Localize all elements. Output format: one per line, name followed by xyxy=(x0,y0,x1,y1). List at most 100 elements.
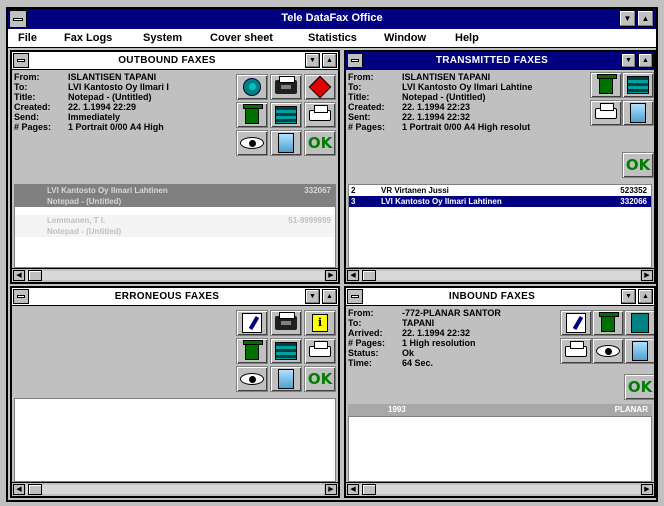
menu-bar: File Fax Logs System Cover sheet Statist… xyxy=(8,29,656,48)
detail-label: Send: xyxy=(14,112,40,122)
outbound-faxes-window: OUTBOUND FAXES ▼ ▲ From: ISLANTISEN TAPAN… xyxy=(10,50,340,284)
list-item[interactable]: Notepad - (Untitled) xyxy=(15,226,335,237)
document-button[interactable] xyxy=(270,366,302,392)
erroneous-maximize-button[interactable]: ▲ xyxy=(322,289,337,304)
transmitted-minimize-button[interactable]: ▼ xyxy=(621,53,636,68)
eye-icon xyxy=(596,345,620,357)
scroll-thumb[interactable] xyxy=(28,484,42,495)
delete-button[interactable] xyxy=(592,310,624,336)
menu-system[interactable]: System xyxy=(143,32,182,44)
fax-button[interactable] xyxy=(270,74,302,100)
menu-window[interactable]: Window xyxy=(384,32,426,44)
recipient: Lemmanen, T I. xyxy=(47,216,106,225)
document-button[interactable] xyxy=(622,100,654,126)
scroll-left-arrow[interactable]: ◀ xyxy=(13,484,25,495)
transmitted-title-bar: TRANSMITTED FAXES ▼ ▲ xyxy=(346,52,654,70)
scroll-thumb[interactable] xyxy=(28,270,42,281)
view-button[interactable] xyxy=(592,338,624,364)
minimize-button[interactable]: ▼ xyxy=(619,10,636,27)
list-button[interactable] xyxy=(270,102,302,128)
scroll-right-arrow[interactable]: ▶ xyxy=(325,270,337,281)
list-icon xyxy=(627,76,649,94)
inbound-faxes-window: INBOUND FAXES ▼ ▲ From: -772-PLANAR SANTO… xyxy=(344,286,656,498)
inbound-details: From: -772-PLANAR SANTOR To: TAPANI Arrive… xyxy=(348,308,558,368)
document-icon xyxy=(632,341,648,361)
view-button[interactable] xyxy=(236,130,268,156)
edit-icon xyxy=(242,313,262,333)
view-button[interactable] xyxy=(236,366,268,392)
document-button[interactable] xyxy=(270,130,302,156)
scroll-left-arrow[interactable]: ◀ xyxy=(13,270,25,281)
row-index: 2 xyxy=(351,186,356,195)
print-button[interactable] xyxy=(304,102,336,128)
inbound-scrollbar[interactable]: ◀ ▶ xyxy=(346,482,654,496)
transmitted-scrollbar[interactable]: ◀ ▶ xyxy=(346,268,654,282)
edit-button[interactable] xyxy=(236,310,268,336)
list-item[interactable]: Notepad - (Untitled) xyxy=(15,196,335,207)
ok-button[interactable]: OK xyxy=(622,152,654,178)
erroneous-system-menu[interactable] xyxy=(13,289,29,304)
edit-button[interactable] xyxy=(560,310,592,336)
list-item[interactable]: LVI Kantosto Oy Ilmari Lahtinen 332067 xyxy=(15,185,335,196)
print-button[interactable] xyxy=(304,338,336,364)
stop-button[interactable] xyxy=(304,74,336,100)
list-button[interactable] xyxy=(270,338,302,364)
fax-button[interactable] xyxy=(270,310,302,336)
outbound-scrollbar[interactable]: ◀ ▶ xyxy=(12,268,338,282)
menu-file[interactable]: File xyxy=(18,32,37,44)
list-item[interactable]: 3 LVI Kantosto Oy Ilmari Lahtinen 332066 xyxy=(349,196,651,207)
inbound-maximize-button[interactable]: ▲ xyxy=(638,289,653,304)
printer-icon xyxy=(565,340,587,357)
print-button[interactable] xyxy=(590,100,622,126)
ok-label: OK xyxy=(307,134,333,152)
scroll-left-arrow[interactable]: ◀ xyxy=(347,484,359,495)
archive-button[interactable] xyxy=(624,310,654,336)
outbound-title-bar: OUTBOUND FAXES ▼ ▲ xyxy=(12,52,338,70)
header-left: 1993 xyxy=(388,405,406,414)
detail-label: Status: xyxy=(348,348,379,358)
document-icon xyxy=(278,133,294,153)
ok-button[interactable]: OK xyxy=(304,366,336,392)
send-button[interactable] xyxy=(236,74,268,100)
delete-button[interactable] xyxy=(236,102,268,128)
outbound-system-menu[interactable] xyxy=(13,53,29,68)
scroll-right-arrow[interactable]: ▶ xyxy=(641,270,653,281)
ok-button[interactable]: OK xyxy=(304,130,336,156)
menu-fax-logs[interactable]: Fax Logs xyxy=(64,32,112,44)
transmitted-system-menu[interactable] xyxy=(347,53,363,68)
list-item[interactable]: Lemmanen, T I. 51-9999999 xyxy=(15,215,335,226)
menu-cover-sheet[interactable]: Cover sheet xyxy=(210,32,273,44)
detail-label: To: xyxy=(348,82,362,92)
erroneous-scrollbar[interactable]: ◀ ▶ xyxy=(12,482,338,496)
detail-label: Title: xyxy=(348,92,370,102)
scroll-right-arrow[interactable]: ▶ xyxy=(641,484,653,495)
scroll-right-arrow[interactable]: ▶ xyxy=(325,484,337,495)
outbound-minimize-button[interactable]: ▼ xyxy=(305,53,320,68)
info-button[interactable]: i xyxy=(304,310,336,336)
detail-value: LVI Kantosto Oy Ilmari Lahtine xyxy=(402,82,533,92)
scroll-left-arrow[interactable]: ◀ xyxy=(347,270,359,281)
outbound-title: OUTBOUND FAXES xyxy=(118,55,216,66)
delete-button[interactable] xyxy=(236,338,268,364)
menu-statistics[interactable]: Statistics xyxy=(308,32,357,44)
delete-button[interactable] xyxy=(590,72,622,98)
list-button[interactable] xyxy=(622,72,654,98)
transmitted-maximize-button[interactable]: ▲ xyxy=(638,53,653,68)
menu-help[interactable]: Help xyxy=(455,32,479,44)
scroll-thumb[interactable] xyxy=(362,484,376,495)
document-button[interactable] xyxy=(624,338,654,364)
print-button[interactable] xyxy=(560,338,592,364)
globe-icon xyxy=(243,78,261,96)
outbound-maximize-button[interactable]: ▲ xyxy=(322,53,337,68)
erroneous-minimize-button[interactable]: ▼ xyxy=(305,289,320,304)
detail-label: To: xyxy=(348,318,362,328)
list-item[interactable]: 2 VR Virtanen Jussi 523352 xyxy=(349,185,651,196)
ok-button[interactable]: OK xyxy=(624,374,654,400)
inbound-minimize-button[interactable]: ▼ xyxy=(621,289,636,304)
detail-value: 22. 1.1994 22:32 xyxy=(402,112,471,122)
scroll-thumb[interactable] xyxy=(362,270,376,281)
detail-label: Created: xyxy=(348,102,385,112)
detail-value: Immediately xyxy=(68,112,121,122)
maximize-button[interactable]: ▲ xyxy=(637,10,654,27)
inbound-system-menu[interactable] xyxy=(347,289,363,304)
